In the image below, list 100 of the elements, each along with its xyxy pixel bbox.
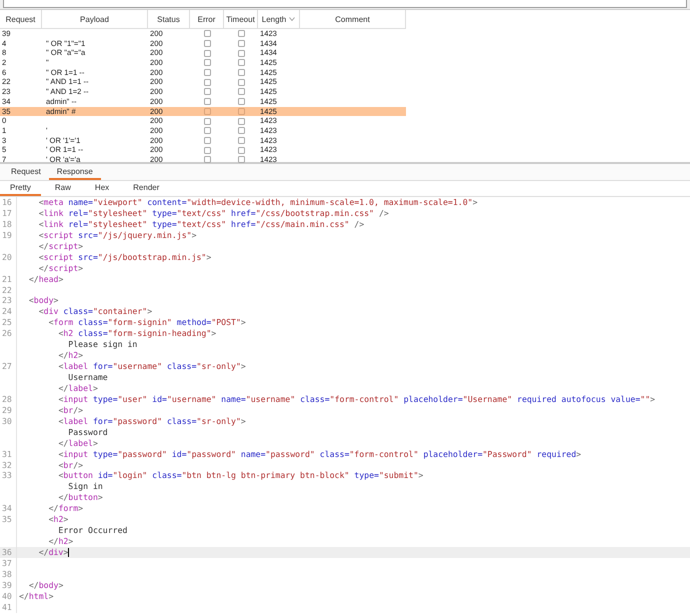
checkbox[interactable]	[238, 59, 244, 66]
line-number: 36	[2, 547, 12, 557]
line-number: 40	[2, 590, 12, 601]
code-line: </button>	[57, 492, 103, 504]
code-line: <body>	[28, 295, 58, 306]
tab[interactable]: Response	[48, 164, 101, 180]
text-cursor	[68, 548, 70, 557]
line-number: 22	[2, 284, 12, 294]
column-header[interactable]: Error	[190, 10, 224, 28]
line-number: 20	[2, 252, 12, 262]
checkbox[interactable]	[204, 30, 210, 38]
checkbox[interactable]	[238, 118, 244, 125]
code-line: <div class="container">	[38, 306, 152, 318]
code-line: </head>	[28, 274, 64, 285]
line-number: 38	[2, 568, 12, 579]
code-line: <button id="login" class="btn btn-lg btn-primary btn-block" type="submit">	[57, 470, 424, 482]
code-line: <input type="password" id="password" name="password" class="form-control" placeholder="Password" required>	[57, 448, 582, 460]
line-number: 35	[2, 514, 12, 524]
checkbox[interactable]	[204, 78, 210, 86]
checkbox[interactable]	[204, 59, 210, 66]
checkbox[interactable]	[238, 78, 244, 86]
tab[interactable]: Raw	[44, 181, 81, 196]
code-line: <link rel="stylesheet" type="text/css" href="/css/main.min.css" />	[38, 218, 364, 230]
checkbox[interactable]	[238, 136, 244, 144]
checkbox[interactable]	[204, 136, 210, 144]
code-line: </body>	[28, 580, 64, 591]
code-line: Sign in	[67, 481, 103, 492]
line-number: 39	[2, 580, 12, 590]
column-header[interactable]: Status	[148, 10, 190, 28]
code-line: </script>	[38, 262, 84, 274]
checkbox[interactable]	[204, 127, 210, 134]
code-line: Please sign in	[67, 339, 138, 350]
line-number: 23	[2, 295, 12, 306]
checkbox[interactable]	[204, 98, 210, 106]
column-header[interactable]: Payload	[42, 10, 148, 28]
line-number: 29	[2, 404, 12, 415]
column-header[interactable]: Comment	[300, 10, 406, 28]
checkbox[interactable]	[238, 30, 244, 38]
column-header[interactable]: Length	[258, 10, 300, 28]
code-line: </script>	[38, 240, 84, 252]
line-number: 41	[2, 602, 12, 612]
code-line: <h2>	[48, 514, 68, 526]
column-header[interactable]: Request	[0, 10, 42, 28]
line-number: 21	[2, 274, 12, 284]
code-line: <link rel="stylesheet" type="text/css" href="/css/bootstrap.min.css" />	[38, 208, 389, 219]
checkbox[interactable]	[238, 156, 244, 164]
checkbox[interactable]	[238, 69, 244, 76]
code-line: <meta name="viewport" content="width=device-width, minimum-scale=1.0, maximum-scale=1.0">	[38, 197, 478, 208]
code-line: <h2 class="form-signin-heading">	[57, 328, 216, 340]
checkbox[interactable]	[204, 108, 210, 115]
code-line: <label for="username" class="sr-only">	[57, 361, 246, 372]
line-number: 34	[2, 503, 12, 514]
code-line: Error Occurred	[57, 525, 128, 536]
checkbox[interactable]	[238, 40, 244, 48]
checkbox[interactable]	[204, 40, 210, 48]
code-line: </label>	[57, 438, 98, 449]
tab[interactable]: Request	[3, 164, 49, 180]
code-line: </form>	[48, 503, 84, 514]
code-line: </label>	[57, 382, 98, 394]
checkbox[interactable]	[204, 118, 210, 125]
line-number: 31	[2, 448, 12, 459]
checkbox[interactable]	[238, 127, 244, 134]
checkbox[interactable]	[238, 108, 244, 115]
checkbox[interactable]	[238, 146, 244, 154]
code-line: <form class="form-signin" method="POST">	[48, 317, 246, 328]
code-line: <input type="user" id="username" name="username" class="form-control" placeholder="Username" required autofocus value="">	[57, 394, 656, 405]
checkbox[interactable]	[204, 156, 210, 164]
code-line: Password	[67, 426, 108, 438]
line-number: 19	[2, 230, 12, 240]
line-number: 17	[2, 208, 12, 218]
line-number: 24	[2, 306, 12, 316]
checkbox[interactable]	[238, 88, 244, 96]
line-number: 16	[2, 197, 12, 207]
tab[interactable]: Hex	[84, 181, 120, 196]
checkbox[interactable]	[204, 69, 210, 76]
code-line: <label for="password" class="sr-only">	[57, 416, 246, 427]
line-number: 33	[2, 470, 12, 480]
checkbox[interactable]	[204, 88, 210, 96]
code-line: </div>	[38, 547, 68, 558]
code-line: Username	[67, 372, 108, 383]
tab[interactable]: Pretty	[0, 181, 41, 196]
checkbox[interactable]	[204, 146, 210, 154]
line-number: 37	[2, 558, 12, 568]
checkbox[interactable]	[238, 50, 244, 57]
line-number: 26	[2, 328, 12, 338]
code-line: <br/>	[57, 460, 84, 470]
tab[interactable]: Render	[123, 181, 170, 196]
code-line: <br/>	[57, 404, 84, 416]
line-number: 27	[2, 361, 12, 372]
code-line: </html>	[19, 590, 54, 602]
line-number: 28	[2, 394, 12, 404]
line-number: 25	[2, 317, 12, 328]
checkbox[interactable]	[204, 50, 210, 57]
code-line: <script src="/js/bootstrap.min.js">	[38, 252, 212, 263]
line-number: 32	[2, 460, 12, 470]
line-number: 18	[2, 218, 12, 229]
code-line: <script src="/js/jquery.min.js">	[38, 230, 197, 241]
checkbox[interactable]	[238, 98, 244, 106]
column-header[interactable]: Timeout	[224, 10, 258, 28]
code-line: </h2>	[48, 536, 74, 548]
